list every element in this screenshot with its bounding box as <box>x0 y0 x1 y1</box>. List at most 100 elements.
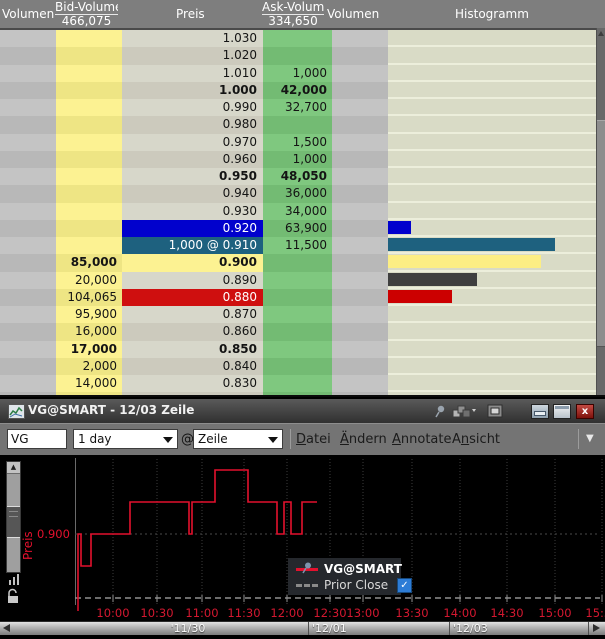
bid-volume-cell[interactable]: 20,000 <box>56 272 122 289</box>
charttype-dropdown[interactable]: Zeile <box>193 429 283 449</box>
price-cell[interactable]: 0.920 <box>122 220 263 237</box>
close-button[interactable]: x <box>576 404 594 419</box>
ladder-row: 14,0000.830 <box>0 375 605 392</box>
scroll-left-icon[interactable] <box>3 624 10 632</box>
ask-volume-cell[interactable]: 36,000 <box>263 185 332 202</box>
ask-volume-cell[interactable] <box>263 341 332 358</box>
ask-volume-cell[interactable] <box>263 375 332 392</box>
ask-volume-cell[interactable]: 32,700 <box>263 99 332 116</box>
bid-volume-cell[interactable]: 14,000 <box>56 375 122 392</box>
bid-volume-cell[interactable] <box>56 220 122 237</box>
bid-volume-cell[interactable] <box>56 237 122 254</box>
ask-volume-cell[interactable] <box>263 358 332 375</box>
bid-volume-cell[interactable] <box>56 151 122 168</box>
price-cell[interactable]: 0.880 <box>122 289 263 306</box>
scrollbar-thumb[interactable] <box>597 120 605 347</box>
toolbar-collapse-icon[interactable]: ▼ <box>586 433 594 444</box>
price-cell[interactable]: 0.990 <box>122 99 263 116</box>
bid-volume-cell[interactable]: 16,000 <box>56 323 122 340</box>
bid-volume-cell[interactable]: 17,000 <box>56 341 122 358</box>
blocks-menu-icon[interactable] <box>452 404 476 421</box>
ask-volume-cell[interactable]: 63,900 <box>263 220 332 237</box>
ask-volume-cell[interactable] <box>263 306 332 323</box>
volume-left-cell <box>0 168 56 185</box>
price-cell[interactable]: 1,000 @ 0.910 <box>122 237 263 254</box>
ask-volume-cell[interactable] <box>263 272 332 289</box>
price-cell[interactable]: 0.960 <box>122 151 263 168</box>
bid-volume-cell[interactable]: 2,000 <box>56 358 122 375</box>
ask-volume-cell[interactable] <box>263 254 332 271</box>
pin-icon[interactable] <box>433 404 447 421</box>
ask-volume-cell[interactable] <box>263 116 332 133</box>
price-cell[interactable]: 0.980 <box>122 116 263 133</box>
chart-area[interactable]: ▲ Preis 0.900 VG@SMART Prior Close ✓ 10:… <box>0 455 605 639</box>
timeframe-dropdown[interactable]: 1 day <box>73 429 178 449</box>
symbol-input[interactable] <box>7 429 67 449</box>
chevron-down-icon <box>268 437 278 443</box>
ask-volume-cell[interactable]: 1,000 <box>263 65 332 82</box>
bid-volume-cell[interactable] <box>56 30 122 47</box>
price-cell[interactable]: 0.830 <box>122 375 263 392</box>
ask-volume-cell[interactable]: 1,000 <box>263 151 332 168</box>
session-scrollbar[interactable]: '11/30 '12/01 '12/03 <box>0 621 605 635</box>
bid-volume-cell[interactable]: 85,000 <box>56 254 122 271</box>
slider-thumb[interactable] <box>7 506 20 538</box>
price-cell[interactable]: 0.950 <box>122 168 263 185</box>
price-cell[interactable]: 0.870 <box>122 306 263 323</box>
bid-volume-cell[interactable] <box>56 116 122 133</box>
bid-volume-cell[interactable] <box>56 99 122 116</box>
header-bid-volumen[interactable]: Bid-Volumen 466,075 <box>55 0 118 28</box>
bid-volume-cell[interactable] <box>56 82 122 99</box>
price-cell[interactable]: 0.840 <box>122 358 263 375</box>
ask-volume-cell[interactable]: 34,000 <box>263 203 332 220</box>
ask-volume-cell[interactable]: 48,050 <box>263 168 332 185</box>
bid-volume-cell[interactable] <box>56 203 122 220</box>
price-cell[interactable]: 1.030 <box>122 30 263 47</box>
histogram-cell <box>388 375 597 392</box>
detach-window-icon[interactable] <box>487 404 503 421</box>
ask-volume-cell[interactable] <box>263 289 332 306</box>
bid-volume-cell[interactable] <box>56 134 122 151</box>
ask-volume-cell[interactable] <box>263 47 332 64</box>
minimize-button[interactable] <box>531 404 549 419</box>
ask-volume-cell[interactable]: 42,000 <box>263 82 332 99</box>
price-cell[interactable]: 0.940 <box>122 185 263 202</box>
price-cell[interactable]: 1.020 <box>122 47 263 64</box>
menu-item-ändern[interactable]: Ändern <box>340 432 387 447</box>
maximize-button[interactable] <box>553 404 571 419</box>
menu-item-ansicht[interactable]: Ansicht <box>452 432 500 447</box>
legend-pin-icon[interactable] <box>300 561 313 574</box>
price-cell[interactable]: 1.010 <box>122 65 263 82</box>
ask-volume-cell[interactable]: 1,500 <box>263 134 332 151</box>
ask-volume-cell[interactable]: 11,500 <box>263 237 332 254</box>
header-ask-volumen[interactable]: Ask-Volumen 334,650 <box>262 0 324 28</box>
volume-right-cell <box>332 375 388 392</box>
bid-volume-cell[interactable]: 95,900 <box>56 306 122 323</box>
bid-volume-cell[interactable] <box>56 65 122 82</box>
price-cell[interactable]: 0.970 <box>122 134 263 151</box>
bid-volume-cell[interactable] <box>56 47 122 64</box>
price-cell[interactable]: 0.900 <box>122 254 263 271</box>
ladder-scrollbar[interactable] <box>596 28 605 395</box>
bid-volume-cell[interactable] <box>56 185 122 202</box>
slider-top-cap[interactable]: ▲ <box>7 462 20 474</box>
menu-item-datei[interactable]: Datei <box>296 432 331 447</box>
price-cell[interactable]: 0.860 <box>122 323 263 340</box>
price-cell[interactable]: 0.930 <box>122 203 263 220</box>
price-cell[interactable]: 0.890 <box>122 272 263 289</box>
histogram-cell <box>388 168 597 185</box>
menu-item-annotate[interactable]: Annotate <box>392 432 452 447</box>
priorclose-checkbox[interactable]: ✓ <box>397 578 412 593</box>
scroll-up-icon[interactable] <box>598 31 604 36</box>
x-tick-label: 14:30 <box>485 606 529 620</box>
scroll-right-icon[interactable] <box>593 624 600 632</box>
bid-volume-cell[interactable] <box>56 168 122 185</box>
chart-window-titlebar[interactable]: VG@SMART - 12/03 Zeile x <box>0 399 605 424</box>
zoom-slider[interactable]: ▲ <box>6 461 21 573</box>
histogram-cell <box>388 341 597 358</box>
price-cell[interactable]: 1.000 <box>122 82 263 99</box>
bid-volume-cell[interactable]: 104,065 <box>56 289 122 306</box>
price-cell[interactable]: 0.850 <box>122 341 263 358</box>
ask-volume-cell[interactable] <box>263 323 332 340</box>
ask-volume-cell[interactable] <box>263 30 332 47</box>
